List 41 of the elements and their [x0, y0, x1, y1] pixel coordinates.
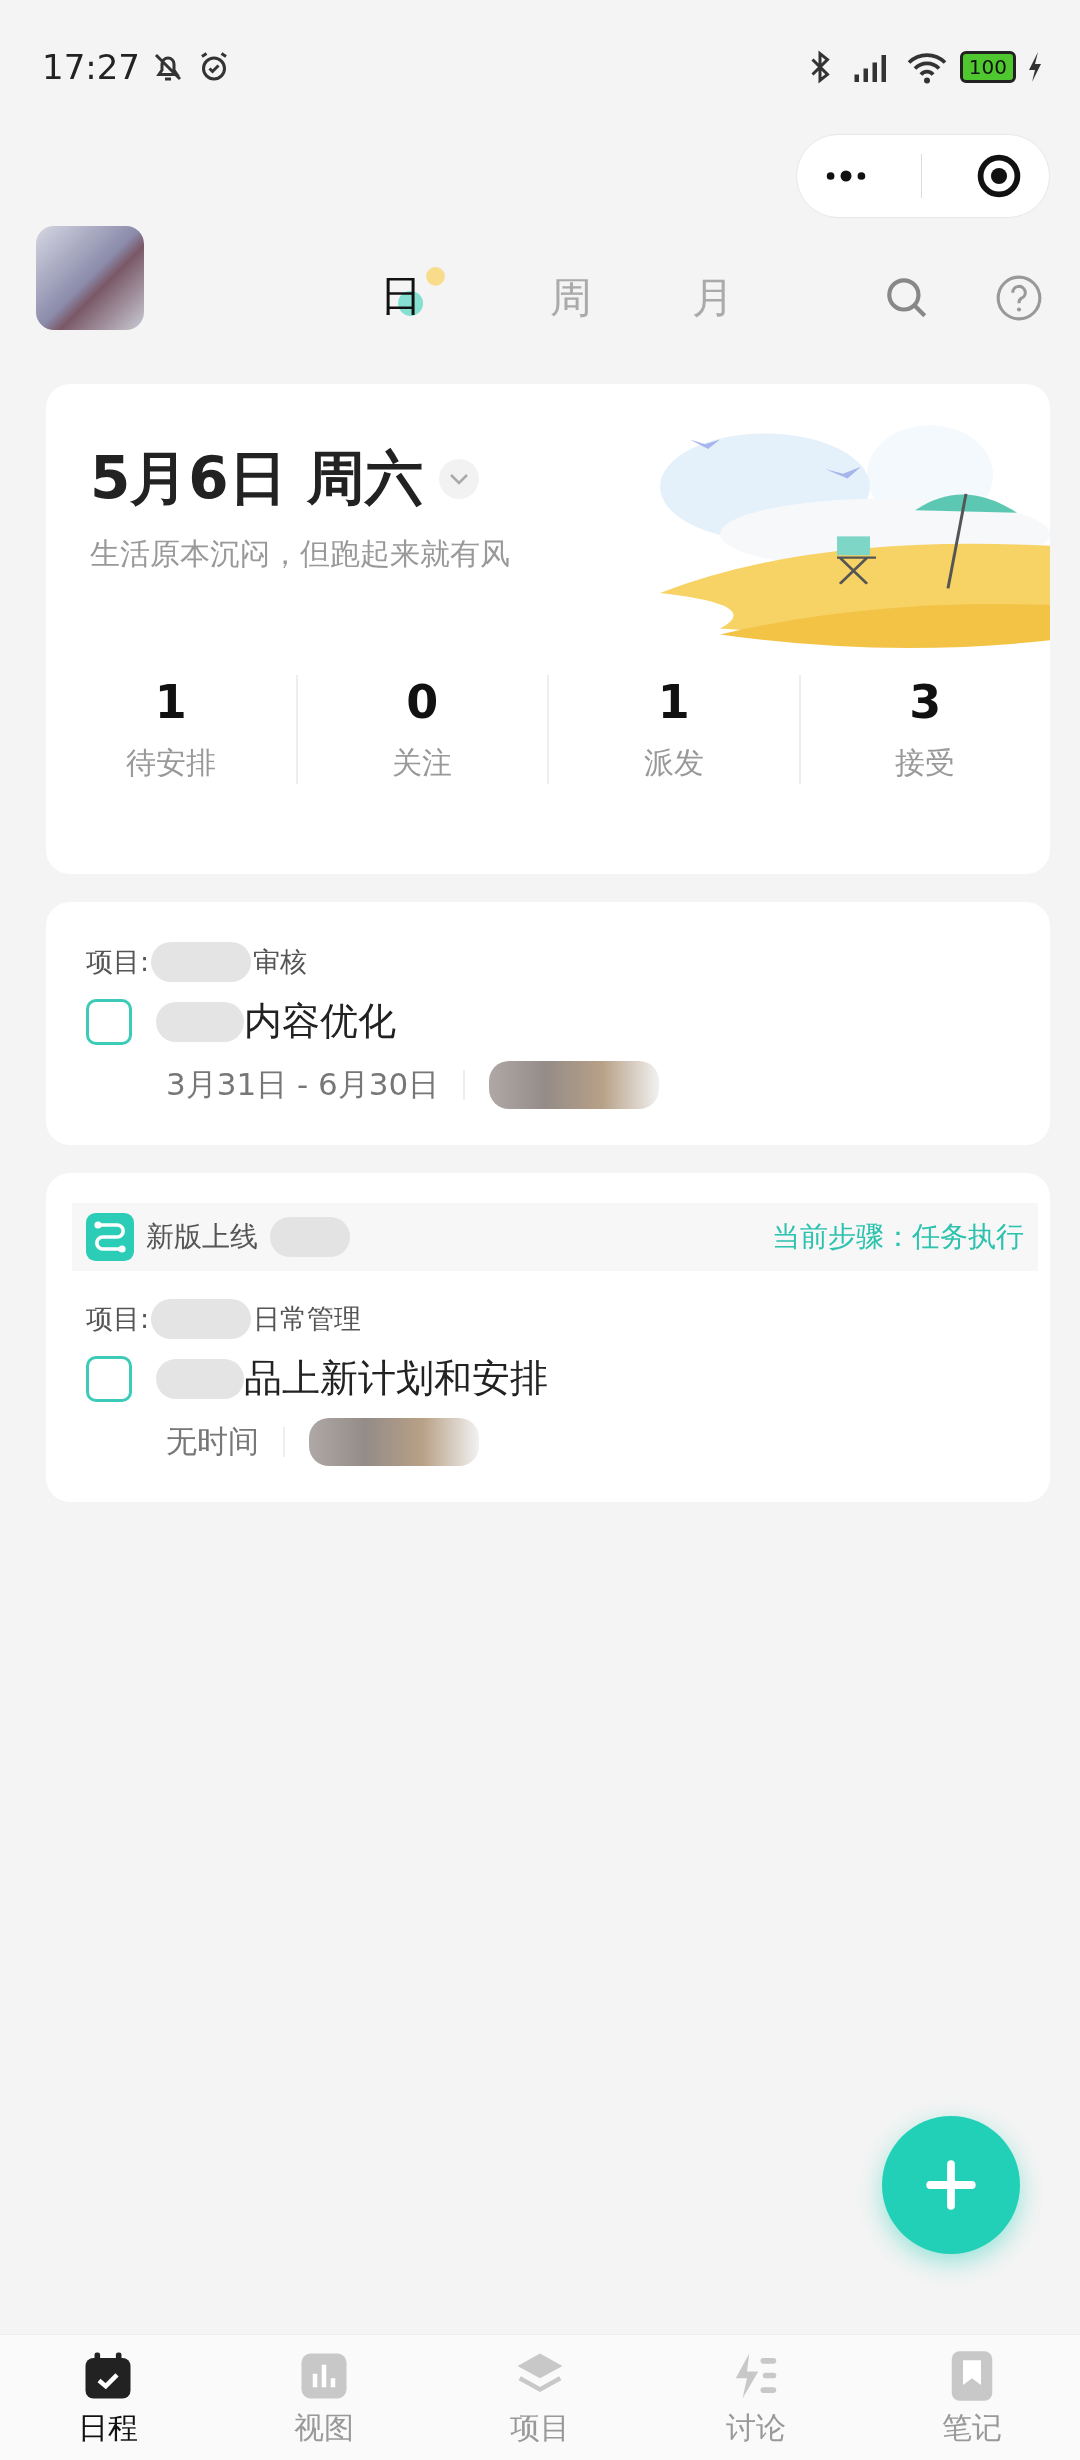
stat-count: 3: [909, 675, 942, 729]
task-checkbox[interactable]: [86, 998, 132, 1045]
nav-tab[interactable]: 项目: [480, 2349, 600, 2460]
workflow-name: 新版上线: [146, 1219, 258, 1255]
stat-label[interactable]: 关注: [392, 743, 453, 784]
battery-level: 100: [959, 51, 1016, 83]
stat-count: 1: [154, 675, 187, 729]
project-name: 日常管理: [253, 1302, 362, 1336]
motto-text: 生活原本沉闷，但跑起来就有风: [90, 535, 511, 573]
close-icon[interactable]: [976, 153, 1023, 199]
workflow-step: 当前步骤：任务执行: [772, 1218, 1024, 1256]
stat-count: 0: [406, 675, 439, 729]
task-card[interactable]: 新版上线 当前步骤：任务执行 项目: 日常管理 品上新计划和安排 无时间: [46, 1173, 1050, 1502]
nav-tab[interactable]: 笔记: [912, 2349, 1032, 2460]
nav-tab[interactable]: 讨论: [696, 2349, 816, 2460]
view-tab[interactable]: 月: [686, 260, 740, 336]
avatar[interactable]: [36, 226, 144, 330]
project-label: 项目:: [86, 1302, 150, 1336]
view-tab[interactable]: 日: [374, 260, 456, 336]
help-icon[interactable]: [994, 273, 1044, 323]
add-button[interactable]: [882, 2116, 1020, 2254]
task-title: 品上新计划和安排: [244, 1355, 548, 1402]
nav-tab[interactable]: 视图: [264, 2349, 384, 2460]
project-label: 项目:: [86, 945, 150, 979]
task-title: 内容优化: [244, 998, 396, 1045]
stat-label[interactable]: 派发: [643, 743, 704, 784]
task-time: 无时间: [166, 1422, 259, 1461]
stat-label[interactable]: 接受: [895, 743, 956, 784]
date-title: 5月6日 周六: [90, 443, 423, 514]
chevron-down-icon[interactable]: [438, 459, 479, 499]
stat-count: 1: [657, 675, 690, 729]
task-time: 3月31日 - 6月30日: [166, 1065, 440, 1104]
status-time: 17:27: [42, 47, 140, 87]
project-name: 审核: [253, 945, 308, 979]
task-checkbox[interactable]: [86, 1355, 132, 1402]
workflow-icon: [86, 1213, 134, 1261]
plus-icon: [925, 2159, 977, 2211]
view-tab[interactable]: 周: [544, 260, 598, 336]
stat-label[interactable]: 待安排: [125, 743, 216, 784]
task-card[interactable]: 项目: 审核 内容优化 3月31日 - 6月30日: [46, 902, 1050, 1145]
nav-tab[interactable]: 日程: [48, 2349, 168, 2460]
